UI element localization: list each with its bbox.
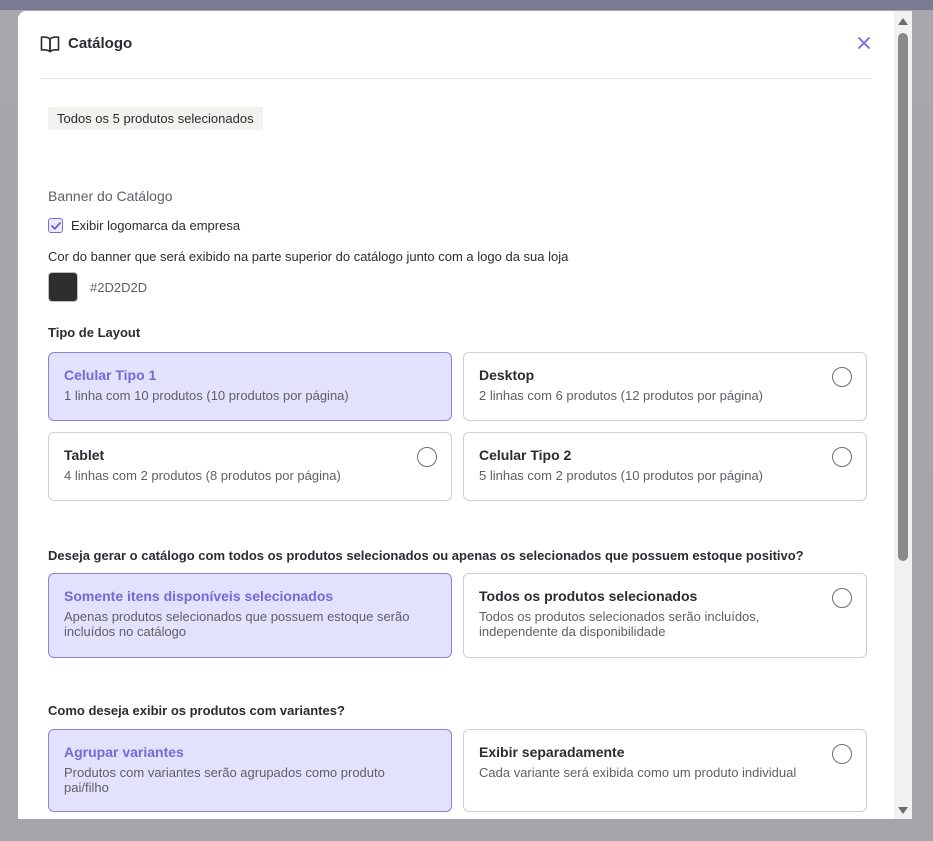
variants-option-subtitle: Produtos com variantes serão agrupados c…: [64, 765, 385, 795]
layout-option-subtitle: 5 linhas com 2 produtos (10 produtos por…: [479, 468, 764, 483]
layout-option-desktop[interactable]: Desktop 2 linhas com 6 produtos (12 prod…: [463, 352, 867, 421]
layout-option-title: Celular Tipo 2: [479, 447, 572, 463]
show-logo-label: Exibir logomarca da empresa: [71, 218, 241, 233]
layout-option-title: Desktop: [479, 367, 535, 383]
modal-title: Catálogo: [68, 35, 133, 52]
header-divider: [40, 78, 872, 79]
scrollbar-thumb[interactable]: [898, 33, 908, 561]
radio-icon[interactable]: [832, 447, 852, 467]
modal-content: Todos os 5 produtos selecionados Banner …: [48, 107, 868, 812]
layout-option-subtitle: 4 linhas com 2 produtos (8 produtos por …: [64, 468, 341, 483]
layout-type-label: Tipo de Layout: [48, 325, 141, 340]
stock-option-all-selected[interactable]: Todos os produtos selecionados Todos os …: [463, 573, 867, 658]
banner-section-label: Banner do Catálogo: [48, 188, 173, 204]
layout-option-title: Celular Tipo 1: [64, 367, 157, 383]
variants-option-group[interactable]: Agrupar variantes Produtos com variantes…: [48, 729, 452, 812]
layout-option-tablet[interactable]: Tablet 4 linhas com 2 produtos (8 produt…: [48, 432, 452, 501]
scroll-down-arrow-icon[interactable]: [898, 807, 908, 814]
variants-option-subtitle: Cada variante será exibida como um produ…: [479, 765, 797, 780]
variants-option-separate[interactable]: Exibir separadamente Cada variante será …: [463, 729, 867, 812]
banner-color-picker: #2D2D2D: [48, 272, 147, 302]
modal-scrollbar[interactable]: [894, 11, 912, 819]
stock-question-label: Deseja gerar o catálogo com todos os pro…: [48, 548, 804, 563]
layout-option-title: Tablet: [64, 447, 105, 463]
banner-color-description: Cor do banner que será exibido na parte …: [48, 249, 569, 264]
radio-icon[interactable]: [417, 447, 437, 467]
layout-option-celular-tipo-2[interactable]: Celular Tipo 2 5 linhas com 2 produtos (…: [463, 432, 867, 501]
show-logo-option[interactable]: Exibir logomarca da empresa: [48, 218, 240, 233]
stock-option-title: Somente itens disponíveis selecionados: [64, 588, 334, 604]
layout-option-celular-tipo-1[interactable]: Celular Tipo 1 1 linha com 10 produtos (…: [48, 352, 452, 421]
variants-option-title: Agrupar variantes: [64, 744, 184, 760]
variants-question-label: Como deseja exibir os produtos com varia…: [48, 703, 345, 718]
scroll-up-arrow-icon[interactable]: [898, 18, 908, 25]
layout-option-subtitle: 2 linhas com 6 produtos (12 produtos por…: [479, 388, 764, 403]
close-icon[interactable]: [856, 35, 872, 51]
layout-option-subtitle: 1 linha com 10 produtos (10 produtos por…: [64, 388, 349, 403]
stock-option-subtitle: Todos os produtos selecionados serão inc…: [479, 609, 760, 639]
banner-color-value: #2D2D2D: [90, 279, 148, 295]
selected-products-badge: Todos os 5 produtos selecionados: [48, 107, 263, 130]
stock-options: Somente itens disponíveis selecionados A…: [48, 573, 867, 658]
modal-header: Catálogo: [40, 33, 872, 79]
stock-option-title: Todos os produtos selecionados: [479, 588, 698, 604]
banner-color-swatch[interactable]: [48, 272, 78, 302]
radio-icon[interactable]: [832, 744, 852, 764]
book-open-icon: [40, 35, 60, 57]
variants-options: Agrupar variantes Produtos com variantes…: [48, 729, 867, 812]
layout-options: Celular Tipo 1 1 linha com 10 produtos (…: [48, 352, 867, 501]
stock-option-subtitle: Apenas produtos selecionados que possuem…: [64, 609, 410, 639]
radio-icon[interactable]: [832, 367, 852, 387]
variants-option-title: Exibir separadamente: [479, 744, 625, 760]
radio-icon[interactable]: [832, 588, 852, 608]
show-logo-checkbox[interactable]: [48, 218, 63, 233]
stock-option-available-only[interactable]: Somente itens disponíveis selecionados A…: [48, 573, 452, 658]
catalog-modal: Catálogo Todos os 5 produtos selecionado…: [18, 11, 894, 819]
